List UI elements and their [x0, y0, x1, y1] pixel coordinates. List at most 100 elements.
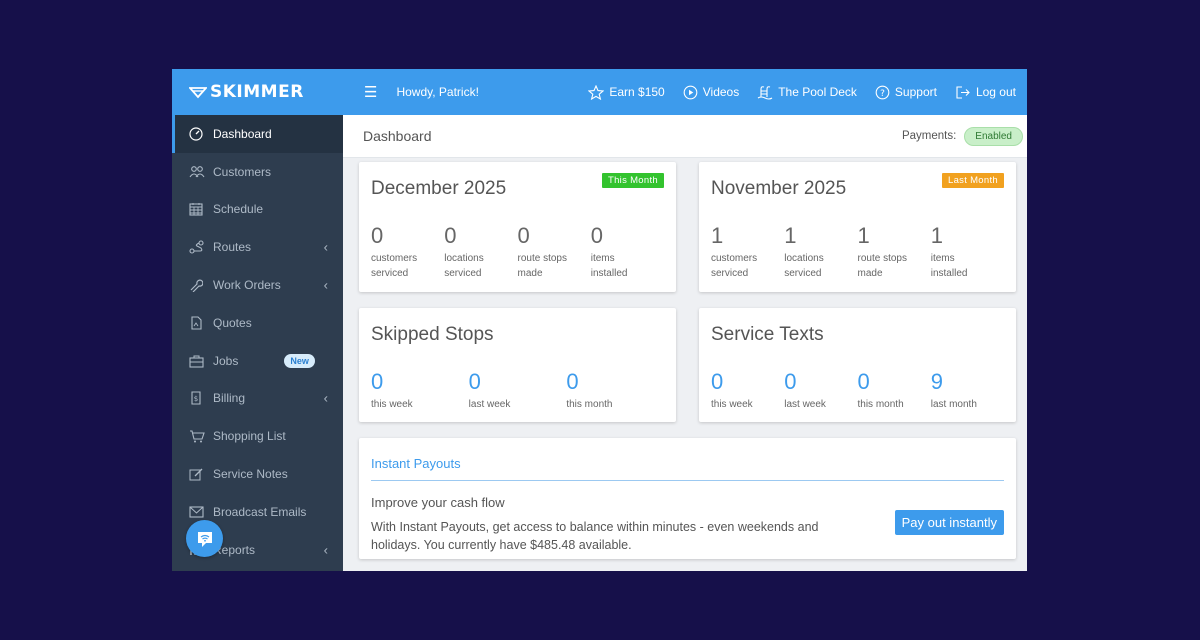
stat-locations-serviced: 1 locations serviced — [784, 224, 857, 281]
invoice-icon: $ — [189, 391, 213, 406]
sidebar-nav: Dashboard Customers Schedule Routes ‹ Wo… — [172, 115, 343, 569]
stat-value[interactable]: 0 — [469, 370, 567, 394]
logout-link-label: Log out — [975, 85, 1016, 99]
stat-value: 0 — [517, 223, 530, 248]
card-title: November 2025 — [711, 178, 847, 199]
stat-route-stops: 1 route stops made — [858, 224, 931, 281]
stat-label: last week — [468, 399, 511, 410]
pay-out-instantly-button[interactable]: Pay out instantly — [894, 510, 1004, 535]
sidebar-item-label: Routes — [213, 240, 252, 255]
stat-label: this month — [857, 399, 904, 410]
pool-deck-link-label: The Pool Deck — [778, 85, 857, 99]
stat-value[interactable]: 0 — [858, 370, 931, 394]
stat-last-week: 0 last week — [784, 370, 857, 412]
sidebar-item-label: Broadcast Emails — [213, 504, 307, 519]
logout-link[interactable]: Log out — [955, 85, 1016, 100]
sidebar-item-label: Customers — [213, 164, 272, 179]
earn-link-label: Earn $150 — [609, 85, 665, 99]
play-icon — [683, 85, 698, 99]
stat-value[interactable]: 0 — [784, 370, 857, 394]
route-icon — [189, 240, 213, 254]
brand-name: SKIMMER — [210, 82, 304, 102]
sidebar-item-dashboard[interactable]: Dashboard — [172, 115, 343, 153]
chevron-left-icon: ‹ — [323, 277, 328, 293]
sidebar-item-schedule[interactable]: Schedule — [172, 191, 343, 229]
pool-ladder-icon — [757, 85, 773, 100]
stat-label: items installed — [930, 253, 968, 279]
stat-value: 0 — [590, 223, 603, 248]
briefcase-icon — [189, 354, 213, 368]
sidebar-item-quotes[interactable]: Quotes — [172, 304, 343, 342]
sidebar-item-jobs[interactable]: Jobs New — [172, 342, 343, 380]
sidebar-item-work-orders[interactable]: Work Orders ‹ — [172, 266, 343, 304]
sidebar-item-shopping-list[interactable]: Shopping List — [172, 417, 343, 455]
stat-this-month: 0 this month — [566, 370, 664, 412]
document-icon — [189, 316, 213, 330]
stat-this-month: 0 this month — [858, 370, 931, 412]
stat-label: customers serviced — [711, 253, 758, 279]
sidebar-item-label: Billing — [213, 391, 246, 406]
stat-this-week: 0 this week — [711, 370, 784, 412]
stat-value: 1 — [857, 223, 870, 248]
stat-label: last week — [784, 399, 826, 410]
last-month-card: November 2025 Last Month 1 customers ser… — [699, 162, 1016, 292]
stats-row: 1 customers serviced 1 locations service… — [711, 224, 1004, 281]
payouts-description: With Instant Payouts, get access to bala… — [371, 520, 819, 552]
stats-row: 0 this week 0 last week 0 this month — [371, 370, 664, 412]
stat-label: last month — [930, 399, 977, 410]
stat-value[interactable]: 9 — [931, 370, 1004, 394]
top-links: Earn $150 Videos The Pool Deck ? Support… — [570, 84, 1016, 100]
videos-link[interactable]: Videos — [683, 85, 739, 100]
skipped-stops-card: Skipped Stops 0 this week 0 last week 0 … — [359, 308, 676, 422]
page-title: Dashboard — [363, 128, 432, 144]
stat-last-month: 9 last month — [931, 370, 1004, 412]
support-link[interactable]: ? Support — [875, 85, 937, 100]
stats-row: 0 customers serviced 0 locations service… — [371, 224, 664, 281]
stat-locations-serviced: 0 locations serviced — [444, 224, 517, 281]
stat-label: customers serviced — [371, 253, 418, 279]
stat-label: this week — [371, 399, 413, 410]
stat-label: locations serviced — [444, 253, 484, 279]
chevron-left-icon: ‹ — [323, 390, 328, 406]
sidebar-item-customers[interactable]: Customers — [172, 153, 343, 191]
earn-link[interactable]: Earn $150 — [588, 84, 665, 100]
stat-value: 1 — [784, 223, 797, 248]
cart-icon — [189, 429, 213, 443]
payouts-divider — [371, 480, 1004, 481]
brand-logo[interactable]: SKIMMER — [189, 82, 304, 102]
stat-value[interactable]: 0 — [711, 370, 784, 394]
sidebar-item-service-notes[interactable]: Service Notes — [172, 455, 343, 493]
payments-enabled-badge[interactable]: Enabled — [964, 126, 1023, 146]
stat-value[interactable]: 0 — [371, 370, 469, 394]
sidebar-item-label: Jobs — [213, 353, 239, 368]
menu-hamburger-icon[interactable]: ☰ — [364, 83, 377, 101]
stat-route-stops: 0 route stops made — [518, 224, 591, 281]
stat-value[interactable]: 0 — [566, 370, 664, 394]
chat-button[interactable] — [186, 520, 223, 557]
stats-row: 0 this week 0 last week 0 this month 9 l… — [711, 370, 1004, 412]
stat-label: this month — [566, 399, 613, 410]
sidebar-item-label: Service Notes — [213, 467, 288, 482]
help-circle-icon: ? — [875, 85, 890, 99]
svg-text:?: ? — [880, 89, 885, 99]
sidebar-item-label: Dashboard — [213, 126, 272, 141]
greeting-text: Howdy, Patrick! — [396, 85, 479, 99]
stat-value: 0 — [371, 223, 384, 248]
stat-customers-serviced: 1 customers serviced — [711, 224, 784, 281]
stat-this-week: 0 this week — [371, 370, 469, 412]
service-texts-card: Service Texts 0 this week 0 last week 0 … — [699, 308, 1016, 422]
new-badge: New — [284, 353, 315, 368]
last-month-tag: Last Month — [942, 173, 1004, 188]
calendar-icon — [189, 202, 213, 217]
sidebar-item-routes[interactable]: Routes ‹ — [172, 228, 343, 266]
star-icon — [588, 84, 605, 100]
sidebar-item-billing[interactable]: $ Billing ‹ — [172, 380, 343, 418]
this-month-card: December 2025 This Month 0 customers ser… — [359, 162, 676, 292]
pool-deck-link[interactable]: The Pool Deck — [757, 85, 857, 100]
stat-items-installed: 1 items installed — [931, 224, 1004, 281]
stat-value: 1 — [930, 223, 943, 248]
sidebar-item-label: Work Orders — [213, 278, 281, 293]
stat-label: this week — [711, 399, 753, 410]
stat-value: 0 — [444, 223, 457, 248]
support-link-label: Support — [894, 85, 937, 99]
